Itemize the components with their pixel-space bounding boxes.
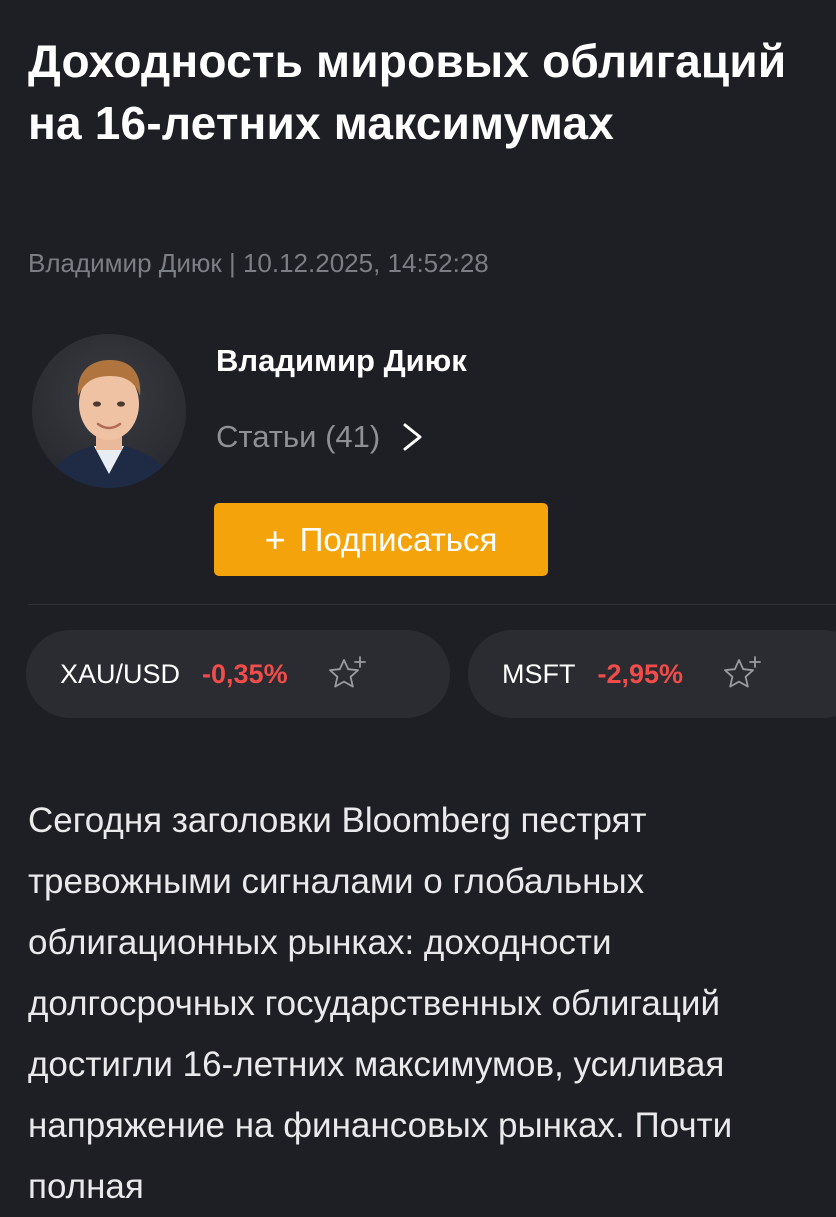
ticker-chip-msft[interactable]: MSFT -2,95%	[468, 630, 836, 718]
ticker-change: -0,35%	[202, 658, 288, 689]
ticker-symbol: XAU/USD	[60, 658, 181, 689]
ticker-symbol: MSFT	[502, 658, 576, 689]
star-plus-icon[interactable]	[324, 654, 368, 694]
author-articles-link[interactable]: Статьи (41)	[216, 414, 424, 460]
articles-count-label: Статьи (41)	[216, 419, 381, 454]
subscribe-button[interactable]: + Подписаться	[214, 503, 548, 576]
section-divider	[28, 604, 836, 605]
plus-icon: +	[264, 518, 286, 560]
author-photo	[32, 334, 186, 488]
article-byline: Владимир Диюк | 10.12.2025, 14:52:28	[28, 248, 489, 278]
article-body: Сегодня заголовки Bloomberg пестрят трев…	[28, 801, 733, 1206]
subscribe-label: Подписаться	[299, 520, 498, 558]
author-avatar[interactable]	[32, 334, 186, 488]
star-plus-icon[interactable]	[719, 654, 763, 694]
article-title: Доходность мировых облигаций на 16-летни…	[28, 35, 787, 149]
chevron-right-icon	[402, 422, 424, 452]
ticker-change: -2,95%	[597, 658, 684, 689]
author-name[interactable]: Владимир Диюк	[216, 343, 467, 379]
ticker-chip-xauusd[interactable]: XAU/USD -0,35%	[26, 630, 450, 718]
